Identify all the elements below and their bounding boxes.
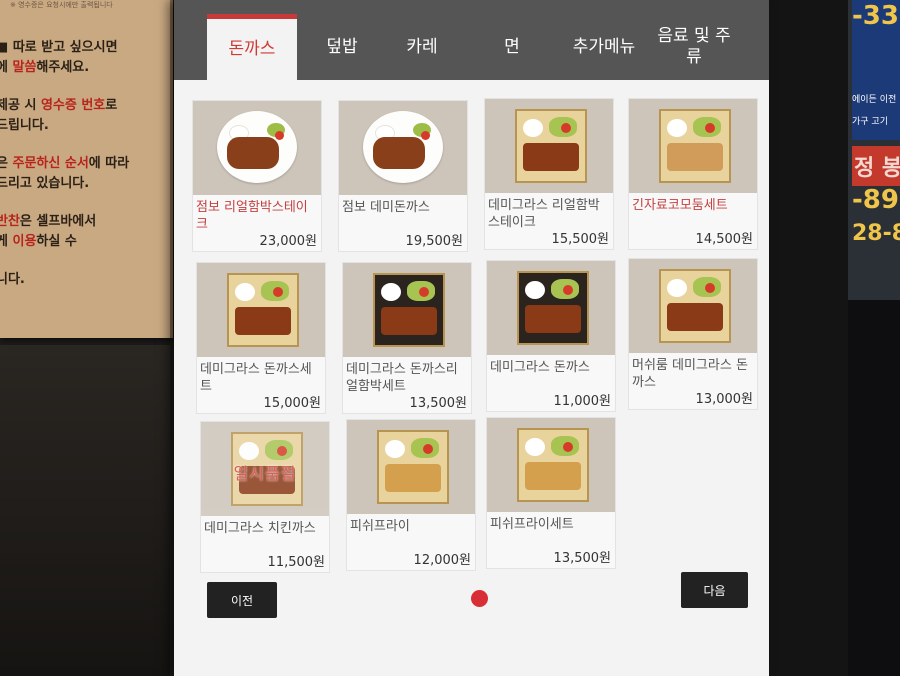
menu-item-name: 데미그라스 돈까스리얼함박세트 [346, 362, 458, 394]
notice-line: 게 이용하실 수 [0, 234, 77, 249]
notice-line: 반찬은 셀프바에서 [0, 214, 97, 229]
menu-item-card[interactable]: 데미그라스 돈까스세트 15,000원 [196, 262, 326, 414]
menu-item-card[interactable]: 피쉬프라이 12,000원 [346, 419, 476, 571]
next-page-button[interactable]: 다음 [681, 572, 748, 608]
menu-item-name: 데미그라스 리얼함박스테이크 [488, 198, 600, 230]
poster-number-3: 28-891 [852, 221, 900, 246]
menu-item-price: 13,500원 [553, 551, 611, 566]
menu-item-price: 14,500원 [695, 232, 753, 247]
tab-1[interactable]: 덮밥 [307, 14, 377, 80]
menu-item-price: 23,000원 [259, 234, 317, 249]
background-wall [0, 345, 170, 676]
poster-text-1: 에이든 이전 [852, 95, 897, 105]
prev-page-button[interactable]: 이전 [207, 582, 277, 618]
menu-item-photo: 일시품절 [201, 422, 329, 516]
menu-item-price: 11,000원 [553, 394, 611, 409]
menu-item-card[interactable]: 데미그라스 돈까스 11,000원 [486, 260, 616, 412]
kiosk-bezel [769, 0, 848, 676]
menu-item-price: 11,500원 [267, 555, 325, 570]
menu-item-price: 13,000원 [695, 392, 753, 407]
tab-2[interactable]: 카레 [387, 14, 457, 80]
tab-4[interactable]: 추가메뉴 [559, 14, 649, 80]
poster-number-1: -334 [852, 1, 900, 31]
notice-top-line: ※ 영수증은 요청시에만 출력됩니다 [10, 1, 113, 9]
notice-line: 니다. [0, 272, 25, 287]
poster-red-text: 정 봉 [854, 156, 900, 181]
poster-number-2: -890 [852, 185, 900, 215]
menu-item-name: 데미그라스 돈까스세트 [200, 362, 312, 394]
menu-item-name: 점보 리얼함박스테이크 [196, 200, 308, 232]
menu-item-photo [339, 101, 467, 195]
menu-item-name: 머쉬룸 데미그라스 돈까스 [632, 358, 748, 390]
menu-item-card[interactable]: 데미그라스 리얼함박스테이크 15,500원 [484, 98, 614, 250]
menu-item-price: 19,500원 [405, 234, 463, 249]
notice-line: 에 말씀해주세요. [0, 60, 90, 75]
menu-item-card[interactable]: 일시품절데미그라스 치킨까스 11,500원 [200, 421, 330, 573]
menu-item-name: 피쉬프라이 [350, 519, 410, 534]
menu-item-card[interactable]: 데미그라스 돈까스리얼함박세트 13,500원 [342, 262, 472, 414]
menu-item-name: 긴자료코모둠세트 [632, 198, 728, 213]
menu-item-price: 12,000원 [413, 553, 471, 568]
menu-item-card[interactable]: 피쉬프라이세트 13,500원 [486, 417, 616, 569]
poster-text-2: 가구 고기 [852, 117, 888, 127]
menu-item-photo [197, 263, 325, 357]
notice-line: 드리고 있습니다. [0, 176, 90, 191]
menu-item-photo [193, 101, 321, 195]
menu-item-price: 15,000원 [263, 396, 321, 411]
notice-line: 제공 시 영수증 번호로 [0, 98, 118, 113]
menu-item-price: 15,500원 [551, 232, 609, 247]
menu-item-photo [343, 263, 471, 357]
notice-line: 은 주문하신 순서에 따라 [0, 156, 130, 171]
menu-item-card[interactable]: 긴자료코모둠세트 14,500원 [628, 98, 758, 250]
tab-0[interactable]: 돈까스 [207, 14, 297, 80]
menu-item-photo [485, 99, 613, 193]
notice-line: 드립니다. [0, 118, 49, 133]
tab-5[interactable]: 음료 및 주류 [654, 14, 734, 80]
page-indicator-dot [471, 590, 488, 607]
wall-notice-sign: ※ 영수증은 요청시에만 출력됩니다 ■ 따로 받고 싶으시면에 말씀해주세요.… [0, 0, 173, 338]
menu-item-photo [487, 418, 615, 512]
menu-item-name: 피쉬프라이세트 [490, 517, 574, 532]
menu-item-card[interactable]: 머쉬룸 데미그라스 돈까스 13,000원 [628, 258, 758, 410]
menu-item-photo [347, 420, 475, 514]
notice-text: ■ 따로 받고 싶으시면에 말씀해주세요. 제공 시 영수증 번호로드립니다. 은 … [0, 38, 166, 290]
menu-item-name: 데미그라스 치킨까스 [204, 521, 316, 536]
menu-item-photo [629, 99, 757, 193]
menu-item-name: 점보 데미돈까스 [342, 200, 430, 215]
sold-out-label: 일시품절 [233, 464, 297, 483]
tab-3[interactable]: 면 [477, 14, 547, 80]
background-dark [848, 300, 900, 676]
notice-line: ■ 따로 받고 싶으시면 [0, 40, 118, 55]
menu-item-photo [629, 259, 757, 353]
menu-item-name: 데미그라스 돈까스 [490, 360, 590, 375]
menu-item-card[interactable]: 점보 데미돈까스 19,500원 [338, 100, 468, 252]
wall-poster: -334 에이든 이전 가구 고기 정 봉 -890 28-891 [848, 0, 900, 300]
menu-item-card[interactable]: 점보 리얼함박스테이크 23,000원 [192, 100, 322, 252]
kiosk-screen: 돈까스 덮밥 카레 면 추가메뉴 음료 및 주류 점보 리얼함박스테이크 23,000원 점보… [174, 0, 769, 676]
menu-item-price: 13,500원 [409, 396, 467, 411]
menu-item-photo [487, 261, 615, 355]
